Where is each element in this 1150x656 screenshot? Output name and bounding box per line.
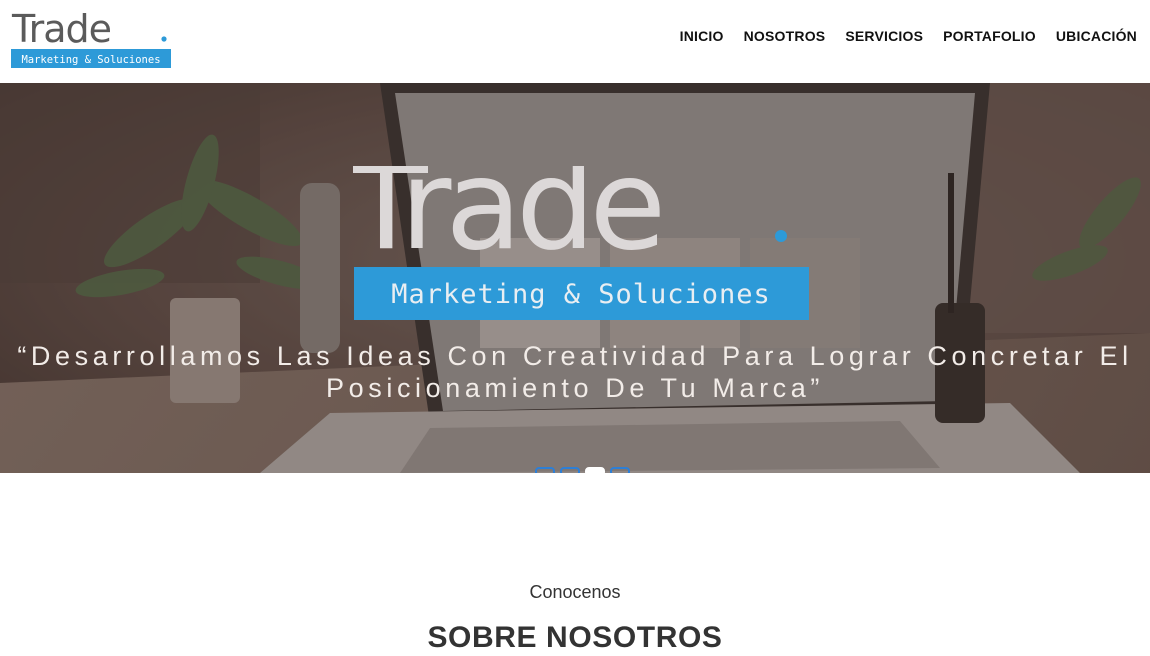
site-header: Trade Marketing & Soluciones INICIO NOSO… [0,0,1150,83]
hero-slider: Trade Marketing & Soluciones “Desarrolla… [0,83,1150,473]
slider-dot-3[interactable] [585,467,605,473]
logo-word: Trade [11,10,111,51]
hero-logo-dot-icon [775,230,787,242]
hero-logo: Trade Marketing & Soluciones [353,166,809,320]
hero-tagline: “Desarrollamos Las Ideas Con Creatividad… [0,340,1150,404]
slider-pagination [535,467,630,473]
hero-logo-word: Trade [353,166,660,278]
about-subtitle: Conocenos [529,582,621,602]
slider-dot-4[interactable] [610,467,630,473]
nav-ubicacion[interactable]: UBICACIÓN [1056,28,1137,44]
main-nav: INICIO NOSOTROS SERVICIOS PORTAFOLIO UBI… [680,28,1137,44]
hero-tagline-line2: Posicionamiento De Tu Marca” [326,373,824,403]
about-title: SOBRE NOSOTROS [427,621,723,654]
logo-dot-icon [161,36,167,42]
nav-nosotros[interactable]: NOSOTROS [744,28,826,44]
hero-tagline-line1: “Desarrollamos Las Ideas Con Creatividad… [17,341,1133,371]
slider-dot-1[interactable] [535,467,555,473]
site-logo[interactable]: Trade Marketing & Soluciones [11,10,171,68]
nav-servicios[interactable]: SERVICIOS [845,28,923,44]
slider-dot-2[interactable] [560,467,580,473]
nav-inicio[interactable]: INICIO [680,28,724,44]
hero-logo-subtitle: Marketing & Soluciones [391,279,771,310]
nav-portafolio[interactable]: PORTAFOLIO [943,28,1036,44]
logo-subtitle: Marketing & Soluciones [21,54,160,66]
